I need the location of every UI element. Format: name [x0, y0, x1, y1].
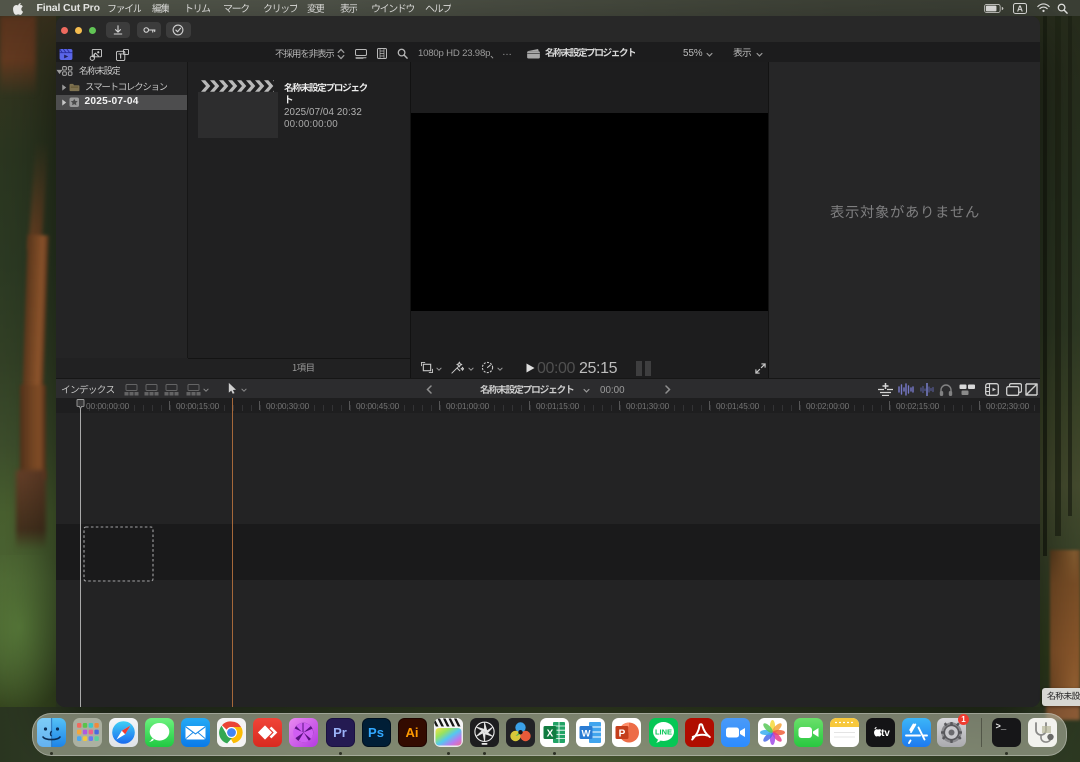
svg-text:LINE: LINE: [654, 728, 671, 737]
svg-text:P: P: [618, 728, 625, 739]
svg-text:T: T: [118, 51, 123, 60]
svg-text:A: A: [1017, 4, 1023, 14]
svg-text:W: W: [581, 728, 590, 739]
svg-text:tv: tv: [881, 728, 890, 739]
svg-text:X: X: [546, 728, 553, 739]
